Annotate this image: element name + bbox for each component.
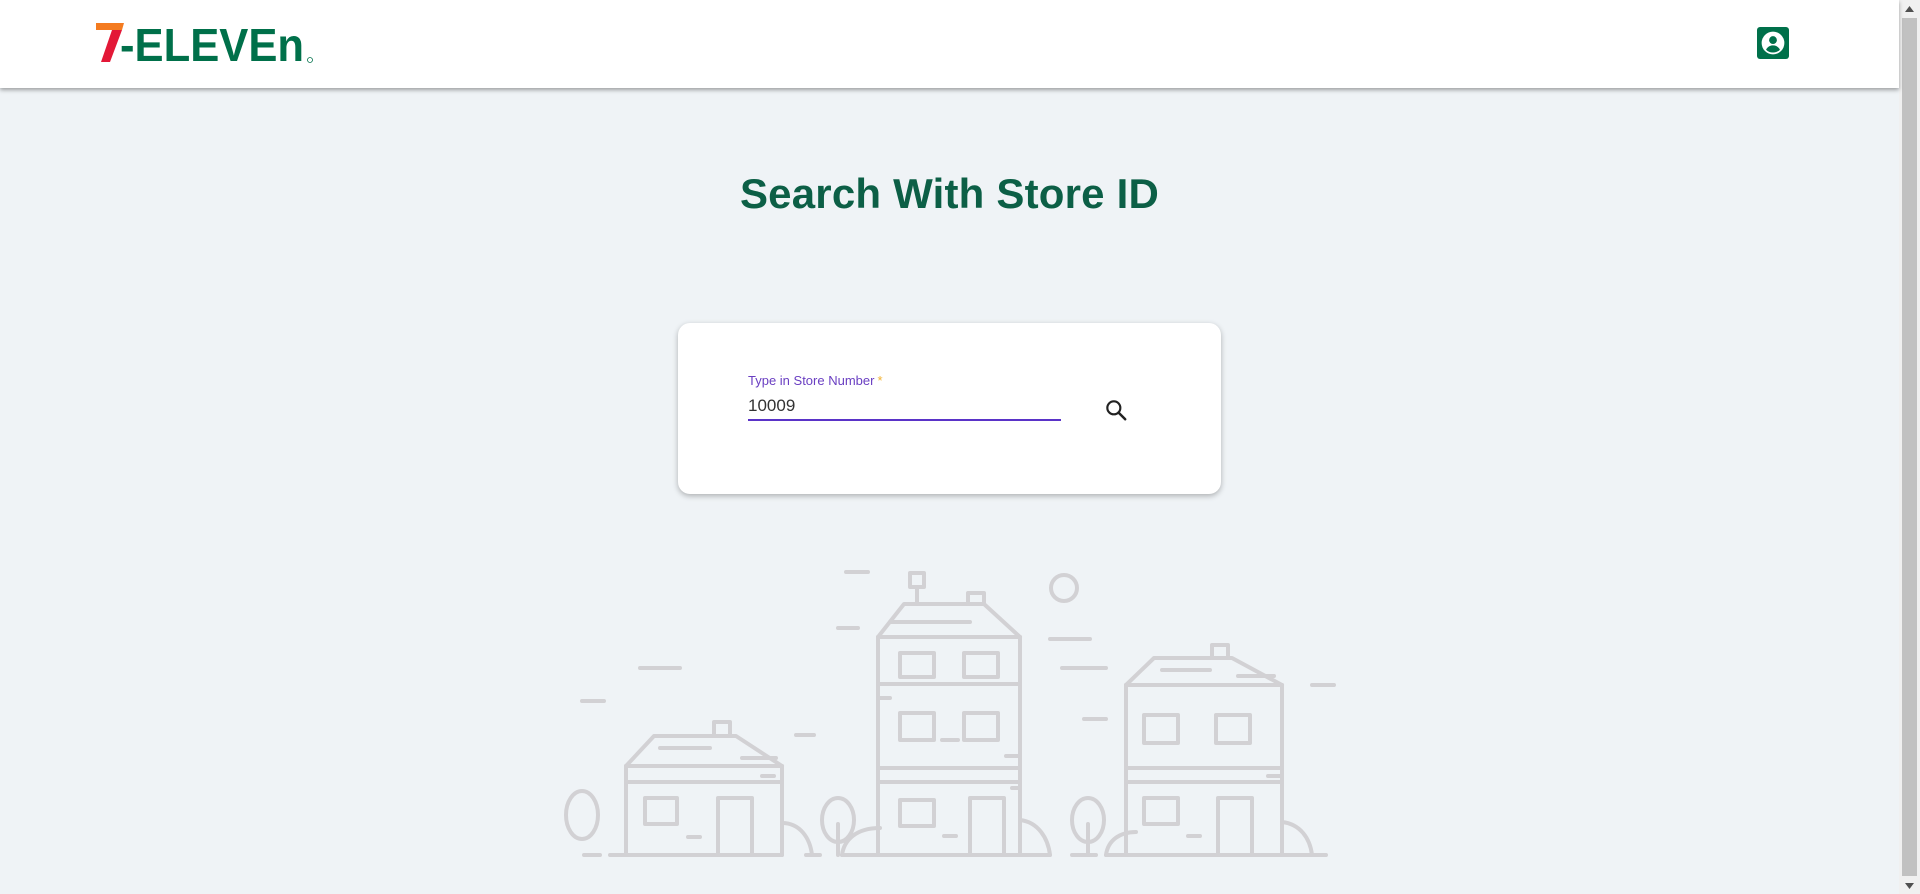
vertical-scrollbar[interactable] [1899,0,1920,894]
scroll-up-button[interactable] [1899,0,1920,17]
search-card: Type in Store Number * [678,323,1221,494]
search-icon [1106,400,1127,421]
required-marker: * [877,373,883,388]
store-number-label: Type in Store Number * [748,373,883,388]
store-number-label-text: Type in Store Number [748,373,875,388]
scroll-up-arrow-icon [1905,5,1914,12]
account-button[interactable] [1757,27,1789,59]
search-button[interactable] [1099,393,1133,427]
houses-illustration [564,570,1336,857]
page-title: Search With Store ID [739,170,1160,217]
seven-eleven-logo[interactable]: 7-ELEVEN -ELEVEn [96,20,316,66]
store-number-input[interactable] [748,393,1061,421]
scrollbar-thumb[interactable] [1902,18,1917,876]
top-header: 7-ELEVEN -ELEVEn [0,0,1899,88]
svg-text:-ELEVEn: -ELEVEn [120,20,304,66]
scroll-down-arrow-icon [1905,882,1914,889]
scroll-down-button[interactable] [1899,877,1920,894]
logo-graphic: -ELEVEn [96,20,313,66]
account-circle-icon [1761,31,1785,55]
